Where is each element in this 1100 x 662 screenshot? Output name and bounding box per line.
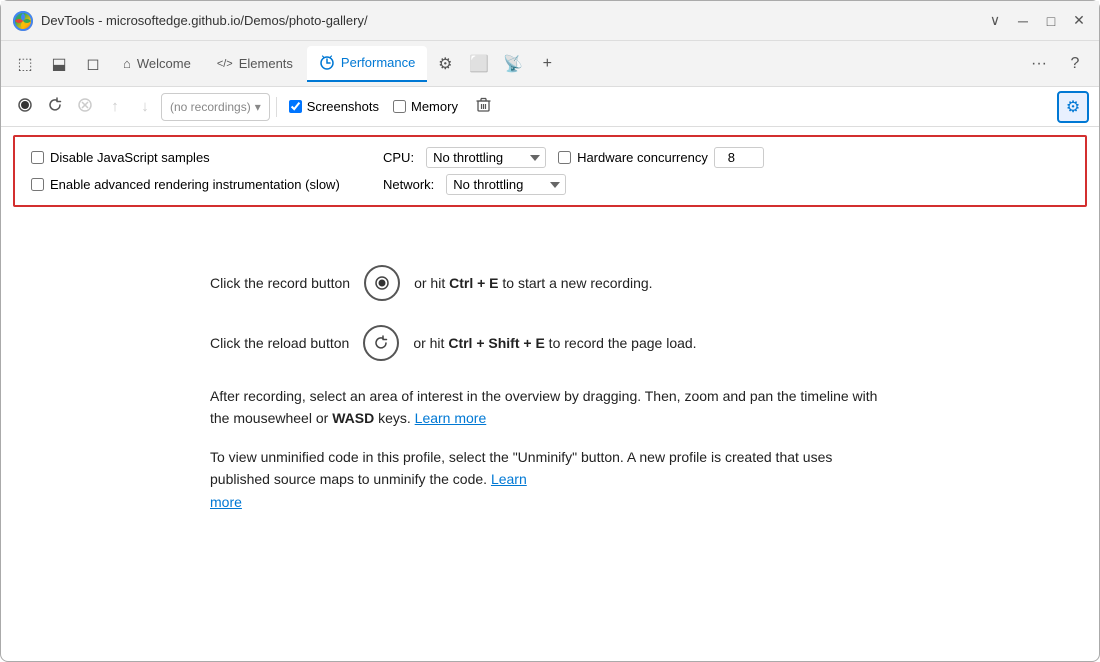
home-icon: ⌂ [123, 56, 131, 71]
dock-icon[interactable]: ⬓ [43, 48, 75, 80]
add-tab-button[interactable]: + [531, 48, 563, 80]
sidebar-toggle-icon[interactable]: ⬚ [9, 48, 41, 80]
gear-icon: ⚙ [1066, 97, 1080, 117]
dropdown-arrow-icon: ▾ [255, 100, 261, 114]
stop-icon [77, 97, 93, 117]
window-controls: ∨ ─ □ ✕ [987, 13, 1087, 29]
clear-button[interactable] [470, 93, 498, 121]
reload-help-row: Click the reload button or hit Ctrl + Sh… [210, 325, 890, 361]
disable-js-samples-checkbox[interactable] [31, 151, 44, 164]
chevron-down-icon[interactable]: ∨ [987, 13, 1003, 29]
hardware-concurrency-group: Hardware concurrency 8 [558, 147, 764, 168]
record-button[interactable] [11, 93, 39, 121]
cpu-throttling-select[interactable]: No throttling 4x slowdown 6x slowdown [426, 147, 546, 168]
record-help-text-start: Click the record button [210, 273, 350, 294]
tab-performance[interactable]: Performance [307, 46, 427, 82]
hardware-concurrency-input[interactable]: 8 [714, 147, 764, 168]
window-title: DevTools - microsoftedge.github.io/Demos… [41, 13, 987, 28]
network-throttling-select[interactable]: No throttling Fast 3G Slow 3G [446, 174, 566, 195]
advanced-rendering-checkbox[interactable] [31, 178, 44, 191]
screenshots-checkbox[interactable] [289, 100, 302, 113]
learn-more-link-2[interactable]: Learnmore [210, 471, 527, 509]
reload-shortcut-text: or hit Ctrl + Shift + E to record the pa… [413, 333, 696, 354]
title-bar: DevTools - microsoftedge.github.io/Demos… [1, 1, 1099, 41]
hardware-concurrency-label: Hardware concurrency [577, 150, 708, 165]
help-paragraph-1: After recording, select an area of inter… [210, 385, 890, 430]
network-row: Network: No throttling Fast 3G Slow 3G [383, 174, 1069, 195]
tab-bar: ⬚ ⬓ ◻ ⌂ Welcome </> Elements Performance… [1, 41, 1099, 87]
close-button[interactable]: ✕ [1071, 13, 1087, 29]
memory-checkbox-label[interactable]: Memory [387, 99, 464, 114]
cpu-row: CPU: No throttling 4x slowdown 6x slowdo… [383, 147, 1069, 168]
tab-gear[interactable]: ⚙ [429, 48, 461, 80]
elements-icon: </> [217, 58, 233, 70]
stop-button[interactable] [71, 93, 99, 121]
tab-network[interactable]: 📡 [497, 48, 529, 80]
reload-icon [47, 97, 63, 117]
tab-welcome[interactable]: ⌂ Welcome [111, 46, 203, 82]
screenshots-checkbox-label[interactable]: Screenshots [283, 99, 385, 114]
toolbar-separator [276, 97, 277, 117]
app-icon [13, 11, 33, 31]
record-help-row: Click the record button or hit Ctrl + E … [210, 265, 890, 301]
settings-right-group: CPU: No throttling 4x slowdown 6x slowdo… [363, 147, 1069, 168]
maximize-button[interactable]: □ [1043, 13, 1059, 29]
trash-icon [476, 97, 491, 117]
minimize-button[interactable]: ─ [1015, 13, 1031, 29]
upload-profile-button[interactable]: ↑ [101, 93, 129, 121]
disable-js-samples-label[interactable]: Disable JavaScript samples [31, 150, 351, 165]
upload-icon: ↑ [111, 98, 119, 115]
settings-panel: Disable JavaScript samples CPU: No throt… [13, 135, 1087, 207]
performance-toolbar: ↑ ↓ (no recordings) ▾ Screenshots Memory [1, 87, 1099, 127]
help-button[interactable]: ? [1059, 48, 1091, 80]
download-icon: ↓ [141, 98, 149, 115]
record-icon [17, 97, 33, 117]
reload-record-button[interactable] [41, 93, 69, 121]
performance-settings-button[interactable]: ⚙ [1057, 91, 1089, 123]
settings-row-2: Enable advanced rendering instrumentatio… [31, 174, 1069, 195]
recordings-value: (no recordings) [170, 100, 251, 114]
settings-row-1: Disable JavaScript samples CPU: No throt… [31, 147, 1069, 168]
help-paragraph-2: To view unminified code in this profile,… [210, 446, 890, 513]
record-shortcut-text: or hit Ctrl + E to start a new recording… [414, 273, 653, 294]
performance-icon [319, 54, 335, 71]
reload-help-text-start: Click the reload button [210, 333, 349, 354]
record-circle-icon [364, 265, 400, 301]
reload-circle-icon [363, 325, 399, 361]
recordings-dropdown[interactable]: (no recordings) ▾ [161, 93, 270, 121]
devtools-settings-icon[interactable]: ◻ [77, 48, 109, 80]
download-profile-button[interactable]: ↓ [131, 93, 159, 121]
tab-end-buttons: ··· ? [1023, 48, 1091, 80]
settings-right-group-2: Network: No throttling Fast 3G Slow 3G [363, 174, 1069, 195]
tab-elements[interactable]: </> Elements [205, 46, 305, 82]
more-tabs-button[interactable]: ··· [1023, 48, 1055, 80]
learn-more-link-1[interactable]: Learn more [415, 410, 487, 426]
network-label: Network: [383, 177, 434, 192]
advanced-rendering-label[interactable]: Enable advanced rendering instrumentatio… [31, 177, 351, 192]
help-section: Click the record button or hit Ctrl + E … [210, 265, 890, 529]
cpu-label: CPU: [383, 150, 414, 165]
tab-layers[interactable]: ⬜ [463, 48, 495, 80]
screenshots-label-text: Screenshots [307, 99, 379, 114]
memory-label-text: Memory [411, 99, 458, 114]
hardware-concurrency-checkbox[interactable] [558, 151, 571, 164]
main-content: Click the record button or hit Ctrl + E … [1, 215, 1099, 549]
memory-checkbox[interactable] [393, 100, 406, 113]
